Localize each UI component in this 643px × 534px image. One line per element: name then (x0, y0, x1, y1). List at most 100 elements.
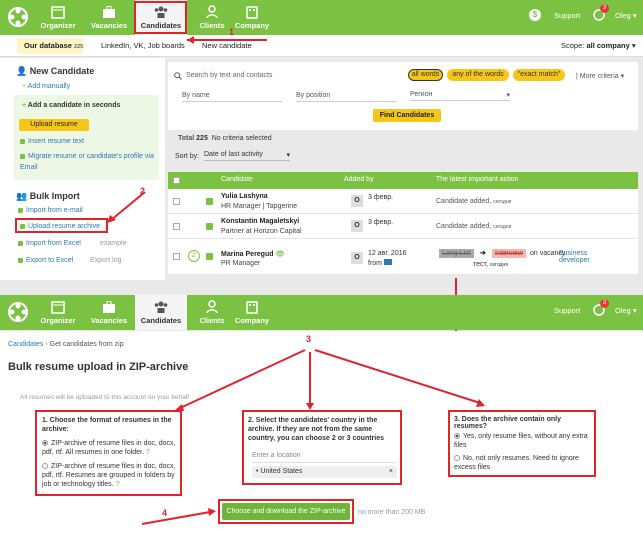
user-menu[interactable]: Oleg ▾ (615, 11, 637, 20)
radio-selected[interactable] (42, 440, 48, 446)
col-added-by[interactable]: Added by (344, 176, 374, 183)
top-nav-2: Organizer Vacancies Candidates Clients C… (0, 295, 643, 330)
col-latest-action[interactable]: The latest important action (436, 176, 519, 183)
insert-text-link[interactable]: Insert resume text (20, 138, 84, 145)
count-badge: 2 (188, 250, 200, 262)
extra-text: тест, сегодня (473, 261, 508, 268)
link-label: Export to Excel (26, 257, 74, 264)
tab-job-boards[interactable]: LinkedIn, VK, Job boards (101, 41, 185, 50)
region-label: Регион (410, 91, 433, 98)
country-title: 2. Select the candidates' country in the… (248, 417, 385, 442)
mail-icon (18, 207, 23, 213)
by-name-input[interactable]: By name (182, 92, 282, 102)
coin-icon[interactable]: $ (529, 9, 541, 21)
radio-selected[interactable] (454, 433, 460, 439)
row-checkbox[interactable] (173, 253, 180, 260)
country-chip: • United States × (252, 466, 397, 478)
nav-company[interactable]: Company (227, 0, 277, 35)
nav-label: Clients (199, 316, 225, 325)
tab-label: Our database (24, 41, 72, 50)
help-icon[interactable]: ? (116, 481, 120, 488)
link-label: Migrate resume or candidate's profile vi… (20, 153, 154, 171)
option-label: Yes, only resume files, without any extr… (454, 433, 588, 449)
link-label: Add manually (27, 83, 71, 90)
close-icon[interactable]: × (389, 468, 393, 475)
export-excel-link[interactable]: Export to Excel (18, 257, 73, 264)
import-email-link[interactable]: Import from e-mail (18, 207, 83, 214)
region-select[interactable]: Регион ▾ (410, 91, 510, 101)
table-row[interactable]: 2 Marina Peregud 👁 PR Manager O 12 авг. … (168, 239, 638, 275)
candidate-name[interactable]: Marina Peregud 👁 (221, 250, 284, 258)
only-option-no[interactable]: No, not only resumes. Need to ignore exc… (454, 454, 592, 472)
by-position-input[interactable]: By position (296, 92, 396, 102)
radio-unselected[interactable] (42, 463, 48, 469)
format-option-2[interactable]: ZIP-archive of resume files in doc, docx… (42, 462, 177, 489)
mode-any-words[interactable]: any of the words (447, 69, 509, 81)
plus-icon: + (22, 102, 27, 109)
example-link[interactable]: example (100, 240, 126, 247)
search-input[interactable]: Search by text and contacts (186, 72, 272, 79)
upload-resume-button[interactable]: Upload resume (19, 119, 89, 131)
table-row[interactable]: Konstantin Magaletskyi Partner at Horizo… (168, 214, 638, 239)
nav-vacancies[interactable]: Vacancies (84, 0, 134, 35)
mode-exact[interactable]: "exact match" (513, 69, 565, 81)
highlight-candidates (134, 1, 187, 34)
table-row[interactable]: Yulia Lashyna HR Manager | Tapgerine O 3… (168, 189, 638, 214)
help-icon[interactable]: ? (146, 449, 150, 456)
format-option-1[interactable]: ZIP-archive of resume files in doc, docx… (42, 439, 177, 457)
add-manually-link[interactable]: + Add manually (22, 83, 70, 90)
sort-label: Sort by: (175, 153, 200, 160)
nav-organizer[interactable]: Organizer (33, 295, 83, 330)
breadcrumb-root[interactable]: Candidates (8, 341, 43, 348)
organizer-icon (51, 301, 65, 314)
added-from: from (368, 259, 392, 267)
breadcrumb-current: Get candidates from zip (49, 341, 124, 348)
link-label: Import from e-mail (26, 207, 83, 214)
find-candidates-button[interactable]: Find Candidates (373, 109, 441, 122)
row-checkbox[interactable] (173, 223, 180, 230)
support-link[interactable]: Support (554, 11, 580, 20)
only-resumes-title: 3. Does the archive contain only resumes… (454, 416, 561, 430)
migrate-link[interactable]: Migrate resume or candidate's profile vi… (20, 151, 155, 173)
tab-new-candidate[interactable]: New candidate (202, 41, 252, 50)
select-all-checkbox[interactable] (173, 177, 180, 184)
candidate-name[interactable]: Yulia Lashyna (221, 193, 268, 200)
avatar: O (351, 195, 363, 207)
nav-organizer[interactable]: Organizer (33, 0, 83, 35)
only-option-yes[interactable]: Yes, only resume files, without any extr… (454, 432, 592, 450)
card-icon (206, 198, 213, 205)
nav-vacancies[interactable]: Vacancies (84, 295, 134, 330)
new-candidate-heading: New Candidate (29, 66, 95, 76)
format-title: 1. Choose the format of resumes in the a… (42, 417, 172, 433)
person-icon (206, 300, 218, 314)
sort-control: Sort by: (175, 153, 199, 160)
plus-icon: + (22, 83, 27, 90)
nav-label: Company (234, 21, 270, 30)
mail-icon (20, 153, 25, 159)
sort-select[interactable]: Date of last activity ▾ (204, 151, 290, 161)
import-excel-link[interactable]: Import from Excel (18, 240, 81, 247)
radio-unselected[interactable] (454, 455, 460, 461)
scope-select[interactable]: Scope: all company ▾ (561, 41, 636, 50)
candidate-role: PR Manager (221, 260, 261, 267)
nav-candidates[interactable]: Candidates (135, 295, 187, 330)
action-when: сегодня (493, 224, 512, 230)
row-checkbox[interactable] (173, 198, 180, 205)
more-criteria-link[interactable]: | More criteria ▾ (576, 72, 624, 80)
choose-zip-button[interactable]: Choose and download the ZIP-archive (222, 503, 350, 520)
tab-our-database-label[interactable]: Our database 225 (24, 41, 83, 50)
candidate-name[interactable]: Konstantin Magaletskyi (221, 218, 299, 225)
vacancy-link[interactable]: Business developer (559, 250, 604, 264)
bulk-heading: Bulk Import (29, 191, 80, 201)
mode-all-words[interactable]: all words (408, 69, 443, 81)
export-log-link[interactable]: Export log (90, 257, 122, 264)
annotation-3: 3 (306, 334, 312, 344)
nav-company[interactable]: Company (227, 295, 277, 330)
col-candidate[interactable]: Candidate (221, 176, 253, 183)
support-link[interactable]: Support (554, 306, 580, 315)
logo-icon[interactable] (8, 302, 28, 322)
logo-icon[interactable] (8, 7, 28, 27)
location-input[interactable]: Enter a location (252, 452, 397, 463)
stage-tag-new: Interview (492, 249, 527, 258)
user-menu[interactable]: Oleg ▾ (615, 306, 637, 315)
